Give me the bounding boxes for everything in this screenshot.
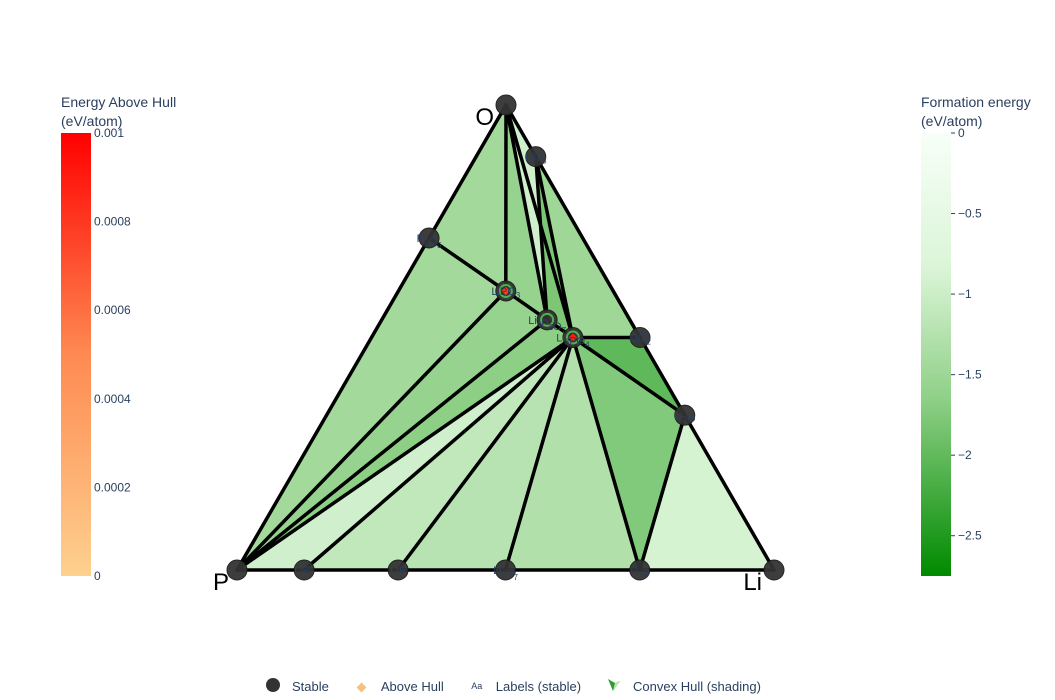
phase-label: LiP	[390, 565, 406, 577]
formation-energy-colorbar: 0−0.5−1−1.5−2−2.5	[921, 126, 982, 576]
colorbar-tick-label: −0.5	[958, 207, 982, 221]
legend-item-above-hull[interactable]: Above Hull	[351, 679, 444, 694]
stable-point	[495, 94, 517, 116]
colorbar-tick-label: 0.0002	[94, 480, 131, 494]
legend-label: Convex Hull (shading)	[633, 678, 761, 694]
colorbar-tick-label: 0.0006	[94, 303, 131, 317]
corner-label-p: P	[213, 569, 229, 596]
colorbar-tick-label: −1.5	[958, 368, 982, 382]
colorbar-title-line: Formation energy	[921, 94, 1031, 110]
legend-item-stable[interactable]: Stable	[262, 677, 329, 695]
colorbar-tick-label: 0.0004	[94, 392, 131, 406]
energy-above-hull-gradient	[61, 133, 91, 576]
colorbar-tick-label: 0.0008	[94, 215, 131, 229]
colorbar-tick-label: −2	[958, 448, 972, 462]
above-hull-marker-icon	[356, 682, 367, 692]
stable-point	[226, 559, 248, 581]
colorbar-tick-label: −1	[958, 287, 972, 301]
colorbar-title-unit: (eV/atom)	[921, 113, 983, 129]
formation-energy-colorbar-title: Formation energy (eV/atom)	[921, 93, 1031, 131]
legend-item-convex-hull[interactable]: Convex Hull (shading)	[603, 678, 761, 695]
energy-above-hull-colorbar: 00.00020.00040.00060.00080.001	[61, 126, 131, 583]
colorbar-title-unit: (eV/atom)	[61, 113, 123, 129]
energy-above-hull-colorbar-title: Energy Above Hull (eV/atom)	[61, 93, 176, 131]
corner-label-o: O	[475, 104, 494, 131]
colorbar-tick-label: −2.5	[958, 529, 982, 543]
text-label-icon: Aa	[471, 681, 483, 691]
legend-label: Stable	[292, 678, 329, 694]
colorbar-title-line: Energy Above Hull	[61, 94, 177, 110]
legend: Stable Above Hull Aa Labels (stable) Con…	[262, 676, 783, 696]
legend-label: Labels (stable)	[495, 678, 582, 694]
legend-label: Above Hull	[380, 678, 444, 694]
stable-marker-icon	[266, 677, 280, 692]
legend-item-labels[interactable]: Aa Labels (stable)	[466, 679, 581, 694]
corner-label-li: Li	[743, 569, 762, 596]
hull-shading-icon	[603, 678, 625, 695]
colorbar-tick-label: 0	[94, 569, 101, 583]
formation-energy-gradient	[921, 133, 951, 576]
stable-point	[763, 559, 785, 581]
